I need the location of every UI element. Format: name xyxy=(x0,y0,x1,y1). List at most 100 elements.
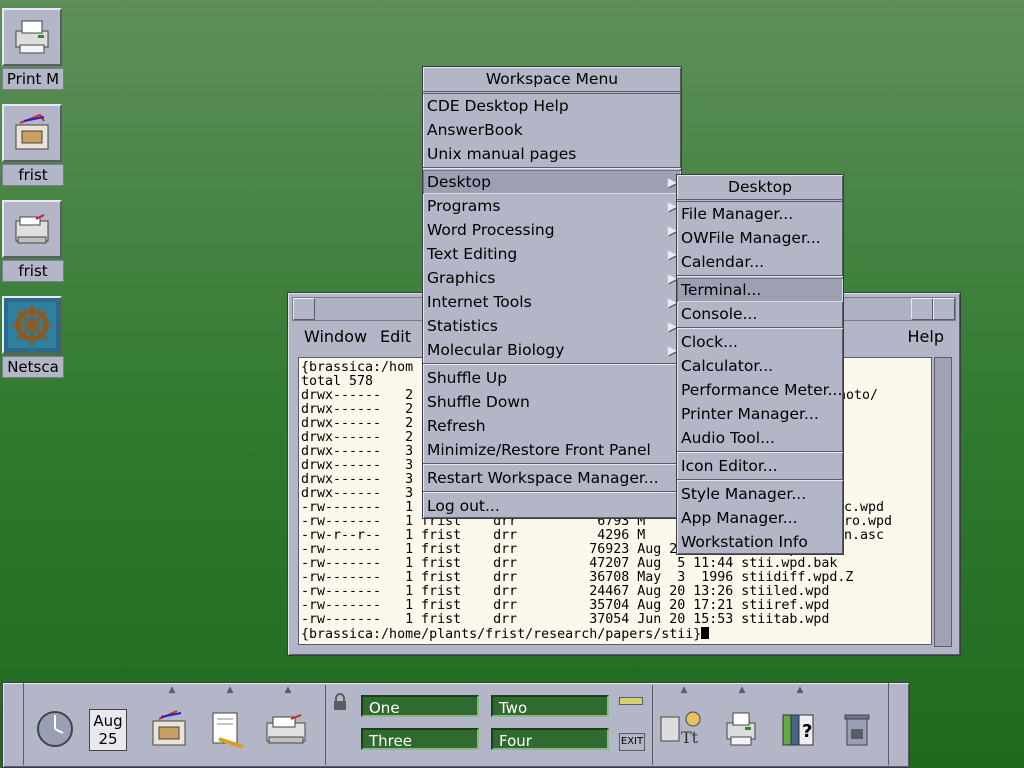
netscape-wheel-icon xyxy=(2,296,62,354)
menu-item-label: OWFile Manager... xyxy=(681,229,821,247)
subpanel-arrow[interactable]: ▲ xyxy=(143,685,201,697)
subpanel-arrow[interactable]: ▲ xyxy=(201,685,259,697)
menu-item-label: Internet Tools xyxy=(427,293,532,311)
menu-item-label: Console... xyxy=(681,305,758,323)
menu-separator xyxy=(423,491,681,493)
menu-item-label: Clock... xyxy=(681,333,738,351)
desktop-icon-label: frist xyxy=(2,164,64,186)
terminal-line: -rw------- 1 frist drr 24467 Aug 20 13:2… xyxy=(301,584,830,599)
menu-item-style-manager[interactable]: Style Manager... xyxy=(677,482,843,506)
menu-item-shuffle-down[interactable]: Shuffle Down xyxy=(423,390,681,414)
menu-item-label: Restart Workspace Manager... xyxy=(427,469,659,487)
menu-item-molecular-biology[interactable]: Molecular Biology ▶ xyxy=(423,338,681,362)
menu-item-console[interactable]: Console... xyxy=(677,302,843,326)
printer-icon[interactable] xyxy=(719,707,763,751)
subpanel-arrow[interactable]: ▲ xyxy=(655,685,713,697)
menu-item-calendar[interactable]: Calendar... xyxy=(677,250,843,274)
menu-item-word-processing[interactable]: Word Processing ▶ xyxy=(423,218,681,242)
file-manager-icon[interactable] xyxy=(147,707,191,751)
menu-item-unix-manual-pages[interactable]: Unix manual pages xyxy=(423,142,681,166)
menu-item-label: Style Manager... xyxy=(681,485,807,503)
maximize-button[interactable] xyxy=(933,298,955,320)
svg-text:Tt: Tt xyxy=(681,728,699,747)
menu-item-text-editing[interactable]: Text Editing ▶ xyxy=(423,242,681,266)
terminal-line: -rw------- 1 frist drr 47207 Aug 5 11:44… xyxy=(301,556,838,571)
menu-separator xyxy=(677,327,843,329)
menu-item-refresh[interactable]: Refresh xyxy=(423,414,681,438)
menu-item-label: Minimize/Restore Front Panel xyxy=(427,441,651,459)
menu-item-calculator[interactable]: Calculator... xyxy=(677,354,843,378)
subpanel-arrow[interactable]: ▲ xyxy=(713,685,771,697)
menu-item-statistics[interactable]: Statistics ▶ xyxy=(423,314,681,338)
menu-item-file-manager[interactable]: File Manager... xyxy=(677,202,843,226)
desktop-icon-label: Netsca xyxy=(2,356,64,378)
menu-item-owfile-manager[interactable]: OWFile Manager... xyxy=(677,226,843,250)
terminal-scrollbar[interactable] xyxy=(934,357,952,647)
menu-item-label: Terminal... xyxy=(681,281,762,299)
desktop-icon-frist-mail[interactable]: frist xyxy=(2,200,64,282)
lock-icon[interactable] xyxy=(331,693,349,715)
calendar-month: Aug xyxy=(93,712,123,730)
file-drawer-icon xyxy=(2,104,62,162)
minimize-button[interactable] xyxy=(911,298,933,320)
personal-apps-icon[interactable]: Tt xyxy=(659,707,703,751)
menu-item-shuffle-up[interactable]: Shuffle Up xyxy=(423,366,681,390)
menu-item-workstation-info[interactable]: Workstation Info xyxy=(677,530,843,554)
desktop-icon-frist-folder[interactable]: frist xyxy=(2,104,64,186)
menu-item-label: File Manager... xyxy=(681,205,794,223)
menu-separator xyxy=(677,275,843,277)
text-editor-icon[interactable] xyxy=(205,707,249,751)
workspace-button-two[interactable]: Two xyxy=(491,695,609,717)
terminal-fragment: hoto/ xyxy=(838,388,879,403)
menu-item-clock[interactable]: Clock... xyxy=(677,330,843,354)
terminal-line: -rw------- 1 frist drr 37054 Jun 20 15:5… xyxy=(301,612,830,627)
menu-item-label: Shuffle Down xyxy=(427,393,530,411)
menu-item-app-manager[interactable]: App Manager... xyxy=(677,506,843,530)
calendar-day: 25 xyxy=(98,730,118,748)
menu-item-label: Text Editing xyxy=(427,245,518,263)
menu-item-desktop[interactable]: Desktop ▶ xyxy=(423,170,681,194)
menu-separator xyxy=(423,167,681,169)
workspace-button-one[interactable]: One xyxy=(361,695,479,717)
terminal-fragment: c.wpd xyxy=(844,500,885,515)
menu-item-minimize-restore-front-panel[interactable]: Minimize/Restore Front Panel xyxy=(423,438,681,462)
menu-item-icon-editor[interactable]: Icon Editor... xyxy=(677,454,843,478)
menu-item-label: AnswerBook xyxy=(427,121,523,139)
menu-help[interactable]: Help xyxy=(908,327,944,346)
clock-icon[interactable] xyxy=(33,707,77,751)
help-manual-icon[interactable]: ? xyxy=(777,707,821,751)
menu-item-label: App Manager... xyxy=(681,509,798,527)
menu-item-label: Unix manual pages xyxy=(427,145,577,163)
menu-separator xyxy=(423,363,681,365)
menu-item-answerbook[interactable]: AnswerBook xyxy=(423,118,681,142)
panel-handle-right[interactable] xyxy=(888,683,909,765)
menu-item-audio-tool[interactable]: Audio Tool... xyxy=(677,426,843,450)
menu-item-performance-meter[interactable]: Performance Meter... xyxy=(677,378,843,402)
workspace-button-four[interactable]: Four xyxy=(491,728,609,750)
mailer-icon[interactable] xyxy=(263,707,307,751)
panel-handle-left[interactable] xyxy=(3,683,24,765)
desktop-icon-label: frist xyxy=(2,260,64,282)
menu-item-cde-desktop-help[interactable]: CDE Desktop Help xyxy=(423,94,681,118)
window-menu-button[interactable] xyxy=(293,298,315,320)
menu-edit[interactable]: Edit xyxy=(380,327,411,346)
menu-separator xyxy=(677,451,843,453)
menu-item-programs[interactable]: Programs ▶ xyxy=(423,194,681,218)
exit-button[interactable]: EXIT xyxy=(619,733,645,751)
workspace-button-three[interactable]: Three xyxy=(361,728,479,750)
menu-item-printer-manager[interactable]: Printer Manager... xyxy=(677,402,843,426)
menu-title: Desktop xyxy=(677,175,843,202)
subpanel-arrow[interactable]: ▲ xyxy=(771,685,829,697)
menu-window[interactable]: Window xyxy=(304,327,367,346)
menu-item-terminal[interactable]: Terminal... xyxy=(677,278,843,302)
svg-text:?: ? xyxy=(802,721,812,742)
menu-item-restart-workspace-manager[interactable]: Restart Workspace Manager... xyxy=(423,466,681,490)
desktop-icon-print-manager[interactable]: Print M xyxy=(2,8,64,90)
menu-item-graphics[interactable]: Graphics ▶ xyxy=(423,266,681,290)
calendar-icon[interactable]: Aug 25 xyxy=(89,709,127,751)
subpanel-arrow[interactable]: ▲ xyxy=(259,685,317,697)
menu-item-internet-tools[interactable]: Internet Tools ▶ xyxy=(423,290,681,314)
desktop-icon-netscape[interactable]: Netsca xyxy=(2,296,64,378)
trash-icon[interactable] xyxy=(835,707,879,751)
menu-item-log-out[interactable]: Log out... xyxy=(423,494,681,518)
